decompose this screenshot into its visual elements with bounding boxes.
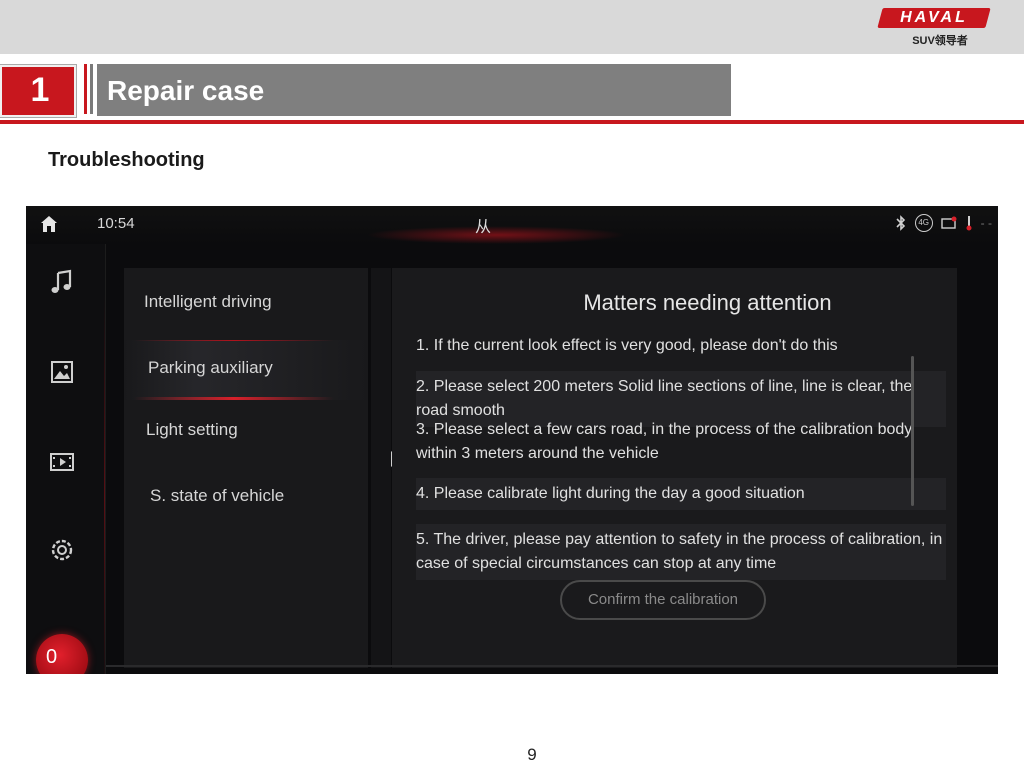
attention-item: 3. Please select a few cars road, in the…: [416, 421, 913, 462]
title-band: 1 Repair case: [0, 62, 1024, 124]
slide-top-bar: HAVAL SUV领导者: [0, 0, 1024, 54]
home-icon[interactable]: [40, 215, 58, 233]
bottom-divider: [106, 665, 998, 667]
message-icon: [940, 216, 957, 229]
head-unit-screenshot: 10:54 从 4G - - 0 Intelligent driving Par…: [26, 206, 998, 674]
status-icons: 4G - -: [895, 214, 992, 232]
video-icon[interactable]: [48, 448, 76, 476]
status-center-glyph: 从: [475, 219, 492, 236]
menu-item-vehicle-state[interactable]: S. state of vehicle: [124, 472, 368, 532]
left-nav-rail: 0: [26, 244, 106, 674]
menu-item-intelligent-driving[interactable]: Intelligent driving: [124, 274, 368, 334]
bluetooth-icon: [896, 215, 905, 231]
slide-title: Repair case: [107, 75, 265, 106]
status-more-icon: - -: [980, 216, 992, 230]
title-underline: [0, 120, 1024, 124]
menu-item-label: Light setting: [146, 420, 238, 439]
separator-red: [84, 64, 87, 114]
image-icon[interactable]: [48, 358, 76, 386]
record-button[interactable]: 0: [36, 634, 88, 674]
brand-tagline: SUV领导者: [912, 35, 968, 47]
attention-item: 5. The driver, please pay attention to s…: [416, 524, 946, 580]
panel-splitter: [371, 268, 391, 668]
clock: 10:54: [97, 215, 135, 232]
panel-title: Matters needing attention: [583, 290, 832, 315]
4g-icon: 4G: [914, 214, 933, 232]
confirm-calibration-button[interactable]: Confirm the calibration: [560, 580, 766, 620]
settings-menu: Intelligent driving Parking auxiliary Li…: [124, 268, 368, 668]
separator-gray: [90, 64, 93, 114]
status-bar: 10:54 从 4G - -: [26, 206, 998, 244]
thermometer-icon: [966, 216, 972, 231]
menu-item-parking-auxiliary[interactable]: Parking auxiliary: [124, 340, 368, 400]
attention-item: 1. If the current look effect is very go…: [416, 337, 838, 354]
brand-name: HAVAL: [900, 9, 968, 26]
section-number-box: 1: [0, 64, 77, 118]
attention-item: 4. Please calibrate light during the day…: [416, 478, 946, 510]
settings-icon[interactable]: [48, 536, 76, 564]
menu-item-light-setting[interactable]: Light setting: [124, 406, 368, 466]
section-subtitle: Troubleshooting: [48, 149, 205, 171]
menu-item-label: Intelligent driving: [144, 292, 272, 311]
menu-item-label: Parking auxiliary: [148, 358, 273, 377]
record-button-label: 0: [46, 646, 58, 668]
title-bar: Repair case: [97, 64, 731, 116]
music-icon[interactable]: [48, 268, 76, 296]
section-number: 1: [30, 71, 50, 109]
panel-scrollbar[interactable]: [911, 356, 914, 506]
menu-item-label: S. state of vehicle: [150, 486, 285, 505]
page-number: 9: [527, 745, 537, 764]
haval-logo: HAVAL SUV领导者: [877, 8, 991, 48]
